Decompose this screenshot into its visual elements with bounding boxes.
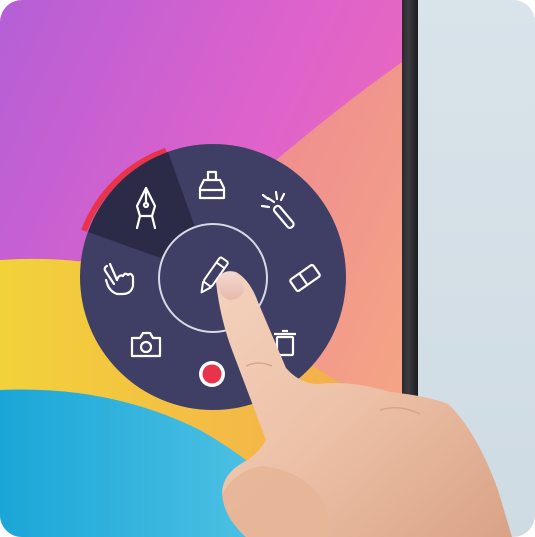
screenshot-frame bbox=[0, 0, 535, 537]
tool-record[interactable] bbox=[199, 361, 225, 387]
record-icon bbox=[199, 361, 225, 387]
center-ring bbox=[158, 223, 268, 333]
annotation-wheel bbox=[80, 144, 346, 410]
